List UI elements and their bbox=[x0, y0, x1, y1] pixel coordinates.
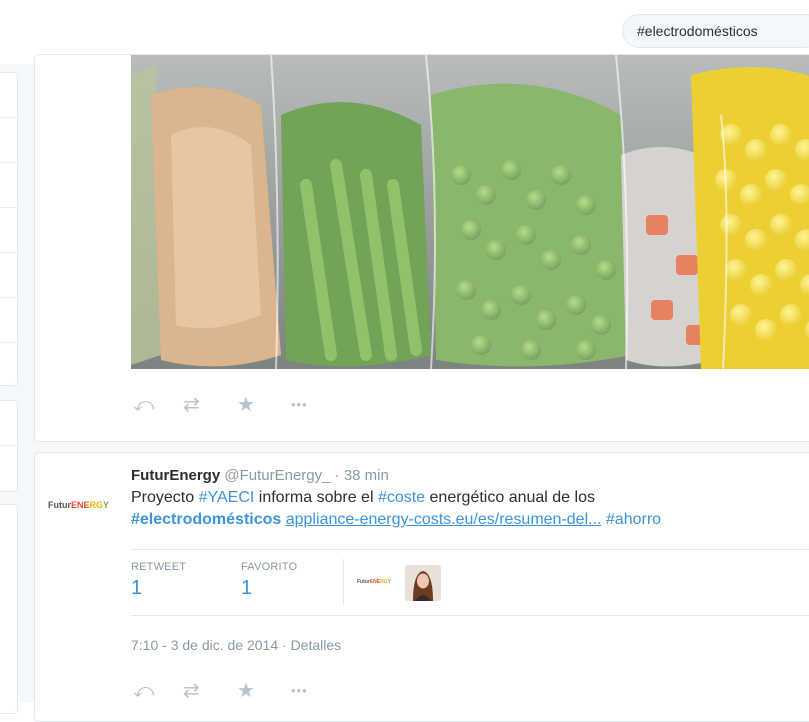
tweet-stream: ⤺ ⇄ ★ ••• FuturENERGY FuturEnergy @Futur… bbox=[34, 54, 809, 722]
left-panel-row[interactable] bbox=[0, 163, 17, 208]
left-panel-row[interactable] bbox=[0, 298, 17, 343]
left-panel-row[interactable] bbox=[0, 401, 17, 446]
stats-vertical-divider bbox=[343, 559, 344, 605]
tweet-timestamp-row: 7:10 - 3 de dic. de 2014 · Detalles bbox=[131, 637, 341, 653]
left-panel-row[interactable] bbox=[0, 73, 17, 118]
favoriter-avatar-logo[interactable]: FuturENERGY bbox=[357, 579, 391, 585]
tweet-author-name[interactable]: FuturEnergy bbox=[131, 467, 220, 484]
left-who-to-follow-panel bbox=[0, 400, 18, 492]
tweet-text-part: energético anual de los bbox=[425, 489, 595, 506]
reply-icon[interactable]: ⤺ bbox=[133, 393, 154, 417]
tweet-author-handle[interactable]: @FuturEnergy_ bbox=[224, 467, 330, 484]
tweet-link[interactable]: appliance-energy-costs.eu/es/resumen-del… bbox=[286, 511, 602, 528]
left-panel-row[interactable] bbox=[0, 118, 17, 163]
tweet-card-expanded[interactable]: FuturENERGY FuturEnergy @FuturEnergy_ · … bbox=[34, 452, 809, 722]
tweet-card[interactable]: ⤺ ⇄ ★ ••• bbox=[34, 54, 809, 442]
stats-top-divider bbox=[131, 549, 809, 550]
tweet-text: Proyecto #YAECI informa sobre el #coste … bbox=[131, 487, 809, 531]
person-avatar-image bbox=[405, 565, 441, 601]
more-icon[interactable]: ••• bbox=[291, 393, 308, 417]
tweet-actions: ⤺ ⇄ ★ ••• bbox=[131, 679, 431, 703]
details-link[interactable]: Detalles bbox=[291, 637, 342, 653]
tweet-text-part: informa sobre el bbox=[254, 489, 378, 506]
favorite-icon[interactable]: ★ bbox=[237, 679, 255, 703]
retweet-icon[interactable]: ⇄ bbox=[183, 679, 200, 703]
tweet-timestamp[interactable]: 7:10 - 3 de dic. de 2014 bbox=[131, 637, 278, 653]
favorites-label[interactable]: FAVORITO bbox=[241, 561, 297, 573]
tweet-actions: ⤺ ⇄ ★ ••• bbox=[131, 393, 431, 417]
favorites-count[interactable]: 1 bbox=[241, 577, 252, 600]
hashtag-ahorro[interactable]: #ahorro bbox=[606, 511, 661, 528]
retweets-count[interactable]: 1 bbox=[131, 577, 142, 600]
left-panel-row[interactable] bbox=[0, 208, 17, 253]
timestamp-separator: · bbox=[278, 637, 291, 653]
favorite-icon[interactable]: ★ bbox=[237, 393, 255, 417]
search-input[interactable]: #electrodomésticos bbox=[622, 14, 809, 48]
tweet-time[interactable]: 38 min bbox=[344, 467, 389, 484]
hashtag-yaeci[interactable]: #YAECI bbox=[199, 489, 255, 506]
left-footer-panel bbox=[0, 504, 18, 714]
frozen-vegetables-image bbox=[131, 55, 809, 369]
futurenergy-avatar-logo[interactable]: FuturENERGY bbox=[48, 499, 109, 511]
stats-bottom-divider bbox=[131, 615, 809, 616]
favoriter-avatar[interactable] bbox=[405, 565, 441, 601]
retweet-icon[interactable]: ⇄ bbox=[183, 393, 200, 417]
more-icon[interactable]: ••• bbox=[291, 679, 308, 703]
tweet-time-separator: · bbox=[330, 467, 344, 484]
tweet-photo[interactable] bbox=[131, 55, 809, 369]
hashtag-coste[interactable]: #coste bbox=[378, 489, 425, 506]
left-panel-row[interactable] bbox=[0, 253, 17, 298]
left-trends-panel bbox=[0, 72, 18, 386]
tweet-text-part: Proyecto bbox=[131, 489, 199, 506]
hashtag-electrodomesticos[interactable]: #electrodomésticos bbox=[131, 511, 281, 528]
reply-icon[interactable]: ⤺ bbox=[133, 679, 154, 703]
retweets-label[interactable]: RETWEET bbox=[131, 561, 186, 573]
tweet-header: FuturEnergy @FuturEnergy_ · 38 min bbox=[131, 467, 389, 484]
